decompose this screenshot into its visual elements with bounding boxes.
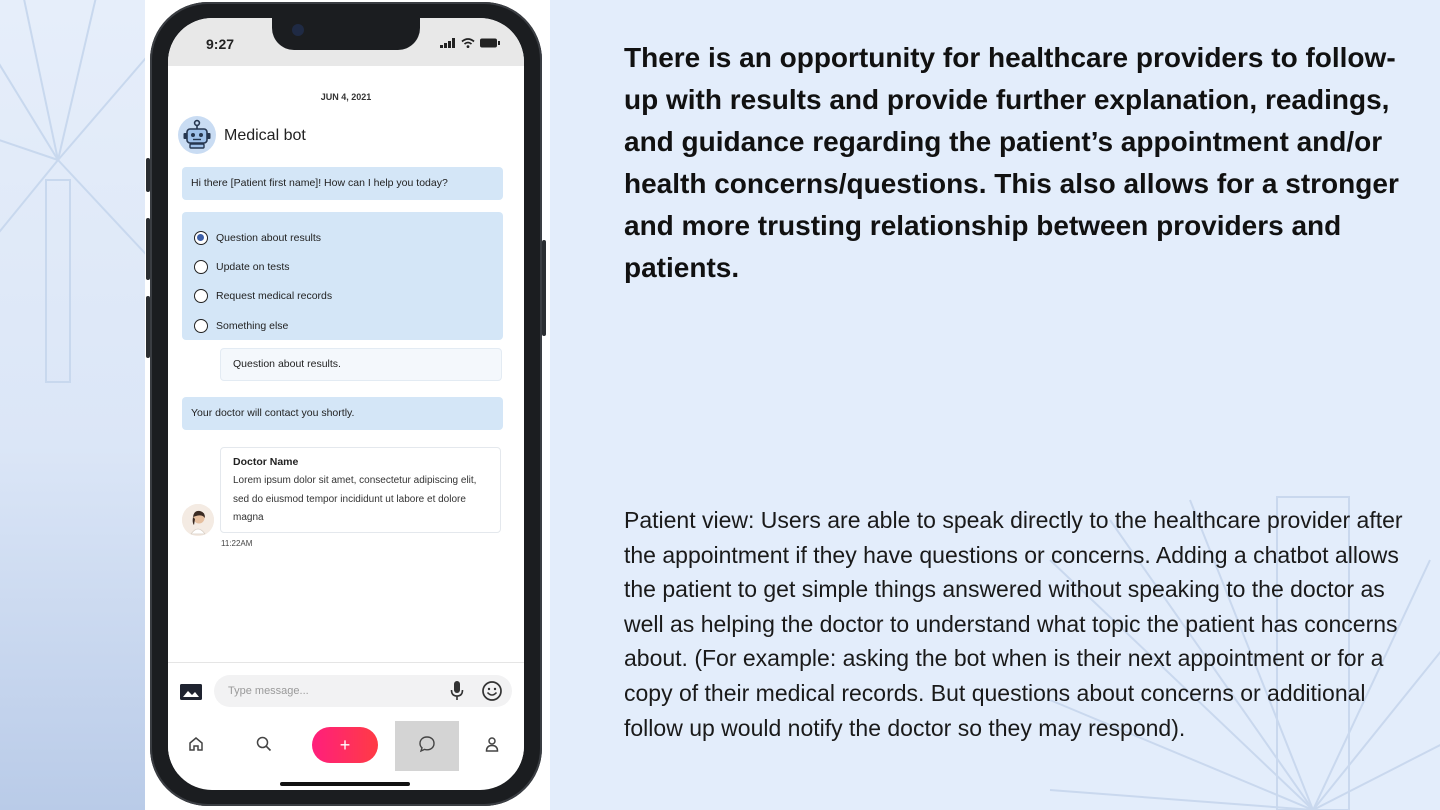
nav-search[interactable] xyxy=(246,718,282,770)
option-request-medical-records[interactable]: Request medical records xyxy=(194,282,491,311)
microphone-icon[interactable] xyxy=(450,681,464,701)
doctor-message-card: Doctor Name Lorem ipsum dolor sit amet, … xyxy=(220,447,501,533)
phone-volume-down xyxy=(146,296,150,358)
message-input[interactable] xyxy=(214,675,512,707)
bot-name: Medical bot xyxy=(224,127,306,144)
chat-date: JUN 4, 2021 xyxy=(320,92,372,102)
camera-icon xyxy=(292,24,304,36)
image-icon[interactable] xyxy=(180,684,202,700)
phone-side-button xyxy=(146,158,150,192)
phone-frame: 9:27 JUN 4, 2021 Medical bot Hi there [P… xyxy=(146,2,546,806)
home-indicator xyxy=(280,782,410,786)
nav-home[interactable] xyxy=(178,718,214,770)
doctor-avatar xyxy=(182,504,214,536)
option-label: Update on tests xyxy=(216,260,290,273)
wifi-icon xyxy=(461,38,475,48)
chat-icon xyxy=(419,736,435,753)
left-background xyxy=(0,0,145,810)
emoji-icon[interactable] xyxy=(481,680,503,702)
battery-icon xyxy=(480,38,500,48)
option-something-else[interactable]: Something else xyxy=(194,311,491,340)
starburst-decoration xyxy=(0,0,145,383)
headline-text: There is an opportunity for healthcare p… xyxy=(624,42,1399,283)
radio-selected[interactable] xyxy=(194,230,208,245)
status-bar: 9:27 xyxy=(168,18,524,66)
status-icons xyxy=(440,38,500,48)
description-text: Patient view: Users are able to speak di… xyxy=(624,507,1403,741)
radio-button[interactable] xyxy=(194,318,208,333)
bot-greeting-message: Hi there [Patient first name]! How can I… xyxy=(182,167,503,200)
option-label: Something else xyxy=(216,319,289,332)
user-reply-message: Question about results. xyxy=(220,348,502,381)
bottom-navigation: + xyxy=(168,718,524,774)
option-label: Question about results xyxy=(216,231,322,244)
home-icon xyxy=(189,737,203,751)
search-icon xyxy=(256,736,272,752)
quick-reply-options: Question about results Update on tests R… xyxy=(182,212,503,340)
phone-notch xyxy=(272,18,420,50)
nav-chat[interactable] xyxy=(409,718,445,770)
phone-screen: 9:27 JUN 4, 2021 Medical bot Hi there [P… xyxy=(168,18,524,790)
message-timestamp: 11:22AM xyxy=(221,539,253,548)
nav-profile[interactable] xyxy=(474,718,510,770)
doctor-photo-icon xyxy=(182,504,214,536)
doctor-message-text: Lorem ipsum dolor sit amet, consectetur … xyxy=(233,475,477,523)
doctor-name: Doctor Name xyxy=(233,456,299,468)
radio-button[interactable] xyxy=(194,259,208,274)
phone-volume-up xyxy=(146,218,150,280)
option-question-about-results[interactable]: Question about results xyxy=(194,223,491,252)
bot-avatar xyxy=(178,116,216,154)
signal-icon xyxy=(440,38,455,48)
option-update-on-tests[interactable]: Update on tests xyxy=(194,252,491,281)
status-time: 9:27 xyxy=(206,36,235,52)
option-label: Request medical records xyxy=(216,290,333,303)
robot-icon xyxy=(183,119,211,149)
radio-button[interactable] xyxy=(194,289,208,304)
phone-power-button xyxy=(542,240,546,336)
bot-notice-message: Your doctor will contact you shortly. xyxy=(182,397,503,430)
message-input-bar xyxy=(168,662,524,719)
add-button[interactable]: + xyxy=(312,727,378,763)
profile-icon xyxy=(485,737,499,752)
